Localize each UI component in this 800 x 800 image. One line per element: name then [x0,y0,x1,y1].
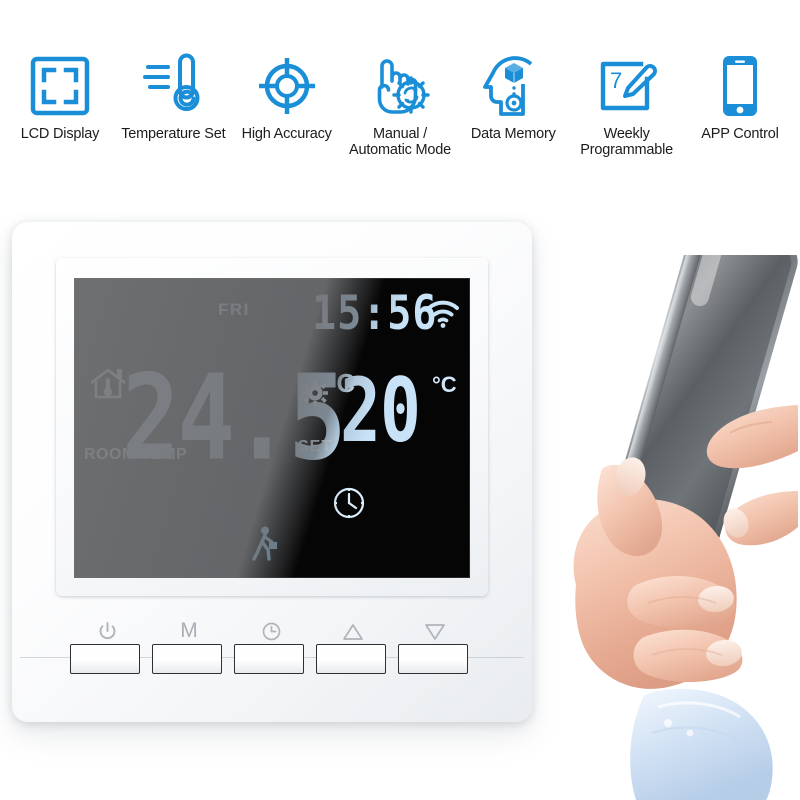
temp-down-button[interactable] [398,620,472,678]
feature-label: High Accuracy [241,126,332,142]
feature-weekly-programmable: 7 Weekly Programmable [571,52,683,158]
head-memory-icon [482,52,544,120]
feature-label: LCD Display [20,126,100,142]
smartphone-icon [716,52,764,120]
feature-temperature-set: Temperature Set [117,52,229,142]
clock-button[interactable] [234,620,308,678]
wifi-icon [426,300,460,328]
power-button[interactable] [70,620,144,678]
room-temp-value: 24.5 [122,349,346,487]
feature-manual-automatic-mode: Manual / Automatic Mode [344,52,456,158]
calendar-pencil-icon: 7 [595,52,659,120]
temp-down-key[interactable] [398,644,468,674]
thermometer-icon [142,52,204,120]
mode-label: M [180,619,198,642]
hand-gear-icon [366,52,434,120]
temp-up-button[interactable] [316,620,390,678]
walking-person-icon [252,526,280,562]
set-temp-unit: °C [432,372,457,397]
gear-icon [302,380,328,406]
feature-label: Weekly Programmable [580,126,673,158]
clock-icon [234,620,308,642]
mode-button[interactable]: M [152,619,226,678]
set-temp-label: SET [298,438,333,455]
triangle-down-icon [398,620,472,642]
lcd-day-label: FRI [218,300,250,319]
feature-label: Manual / Automatic Mode [348,126,451,158]
svg-text:7: 7 [610,68,622,93]
feature-label: Data Memory [470,126,556,142]
clock-key[interactable] [234,644,304,674]
feature-label: Temperature Set [121,126,226,142]
feature-lcd-display: LCD Display [4,52,116,142]
triangle-up-icon [316,620,390,642]
set-temp-value: 20 [340,360,421,463]
feature-app-control: APP Control [684,52,796,142]
feature-data-memory: Data Memory [457,52,569,142]
power-icon [70,620,144,642]
hand-holding-phone-photo [540,219,800,800]
feature-high-accuracy: High Accuracy [231,52,343,142]
thermostat-device: FRI 15:56 ROOM TEMP 24.5 °C SET 20 °C M [12,222,532,722]
mode-key[interactable] [152,644,222,674]
crosshair-target-icon [256,52,318,120]
lcd-screen: FRI 15:56 ROOM TEMP 24.5 °C SET 20 °C [74,278,470,578]
clock-icon [332,486,366,520]
lcd-display-icon [29,52,91,120]
power-key[interactable] [70,644,140,674]
lcd-clock-time: 15:56 [312,286,438,341]
feature-label: APP Control [701,126,779,142]
temp-up-key[interactable] [316,644,386,674]
button-row: M [70,619,476,680]
product-feature-image: LCD Display Temperature Set High Accurac… [0,0,800,800]
feature-strip: LCD Display Temperature Set High Accurac… [0,52,800,167]
